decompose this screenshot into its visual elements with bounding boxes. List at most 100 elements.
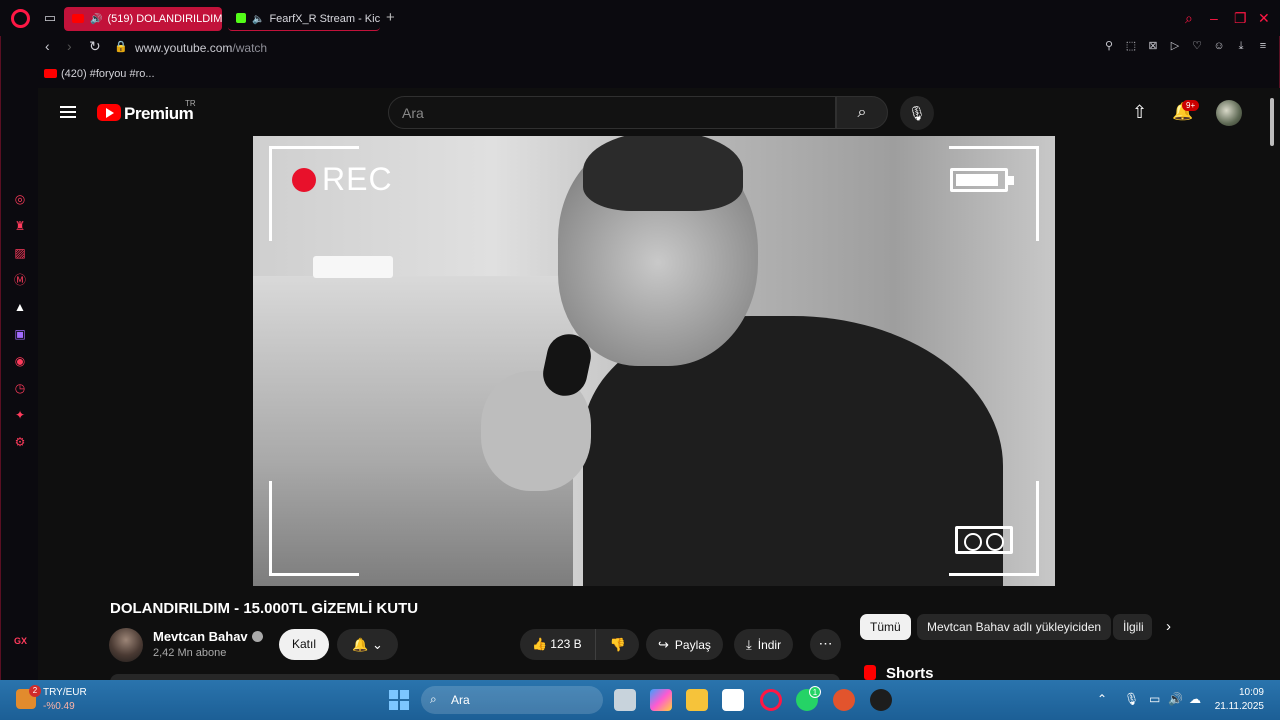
play-icon[interactable]: ▷ <box>1168 39 1182 53</box>
dislike-icon: 👎 <box>609 637 627 652</box>
ticker-name[interactable]: TRY/EUR <box>43 687 87 698</box>
tab-kick[interactable]: 🔈 FearfX_R Stream - Kick <box>228 7 380 31</box>
clock-time[interactable]: 10:09 <box>1216 687 1264 698</box>
tape-icon <box>955 526 1013 554</box>
subscriber-count: 2,42 Mn abone <box>153 647 227 659</box>
profile-icon[interactable]: ☺ <box>1212 39 1226 53</box>
like-button[interactable]: 👍 123 B <box>520 629 596 660</box>
duckduckgo-icon[interactable] <box>833 689 855 711</box>
more-icon[interactable]: ⋯ <box>810 629 841 660</box>
video-player[interactable]: REC <box>253 136 1055 586</box>
url-field[interactable]: www.youtube.com/watch <box>135 41 267 55</box>
gx-control-icon[interactable]: ◎ <box>13 192 27 206</box>
restore-button[interactable]: ❐ <box>1234 9 1247 27</box>
tab-youtube[interactable]: 🔊 (519) DOLANDIRILDIM <box>64 7 222 31</box>
forward-icon[interactable]: › <box>67 38 72 54</box>
messenger-icon[interactable]: Ⓜ <box>13 273 27 287</box>
download-button[interactable]: ⤓ İndir <box>734 629 794 660</box>
download-label: İndir <box>757 638 782 652</box>
obs-icon[interactable] <box>870 689 892 711</box>
youtube-page: Premium TR Ara ⌕ 🎙 ⇧ 🔔 9+ REC DOLANDIRIL… <box>38 88 1280 680</box>
menu-icon[interactable] <box>60 106 76 118</box>
adblock-icon[interactable]: ⊠ <box>1146 39 1160 53</box>
task-view-icon[interactable] <box>614 689 636 711</box>
network-icon[interactable]: ▭ <box>1149 692 1160 706</box>
opera-logo[interactable] <box>11 9 30 28</box>
avatar[interactable] <box>1216 100 1242 126</box>
snapshot-icon[interactable]: ⬚ <box>1124 39 1138 53</box>
windows-start-icon[interactable] <box>389 690 409 710</box>
video-person-hair <box>583 136 743 211</box>
share-label: Paylaş <box>674 638 711 652</box>
lock-icon[interactable]: 🔒 <box>114 40 128 53</box>
share-button[interactable]: ↪ Paylaş <box>646 629 723 660</box>
speaker-icon[interactable]: 🔊 <box>90 8 102 31</box>
like-icon: 👍 <box>532 637 547 651</box>
bell-icon: 🔔 <box>352 637 369 652</box>
upload-icon[interactable]: ⇧ <box>1132 102 1147 123</box>
camera-frame-corner <box>949 146 1039 241</box>
battery-icon <box>950 168 1014 192</box>
chevron-down-icon: ⌄ <box>371 637 383 652</box>
search-icon[interactable]: ⌕ <box>836 96 888 129</box>
gx-cleaner-icon[interactable]: ▨ <box>13 246 27 260</box>
youtube-logo[interactable] <box>97 104 121 121</box>
tab-bar: ▭ 🔊 (519) DOLANDIRILDIM 🔈 FearfX_R Stream … <box>0 0 1280 36</box>
channel-name[interactable]: Mevtcan Bahav <box>153 629 263 644</box>
chevron-right-icon[interactable]: › <box>1166 614 1171 640</box>
chevron-up-icon[interactable]: ⌃ <box>1097 692 1107 706</box>
player-icon[interactable]: ◉ <box>13 354 27 368</box>
dislike-button[interactable]: 👎 <box>597 629 639 660</box>
muted-speaker-icon[interactable]: 🔈 <box>252 8 264 30</box>
gx-corner-icon[interactable]: ♜ <box>13 219 27 233</box>
clock-date[interactable]: 21.11.2025 <box>1202 701 1264 712</box>
mic-icon[interactable]: 🎙 <box>900 96 934 130</box>
download-manager-icon[interactable]: ⤓ <box>1234 39 1248 53</box>
copilot-icon[interactable] <box>650 689 672 711</box>
search-tabs-icon[interactable]: ⌕ <box>1185 9 1193 27</box>
extensions-icon[interactable]: ✦ <box>13 408 27 422</box>
tab-menu-icon[interactable]: ▭ <box>42 10 58 26</box>
url-path: /watch <box>232 41 268 55</box>
verified-icon <box>251 631 263 642</box>
pin-icon[interactable]: ⚲ <box>1102 39 1116 53</box>
video-title: DOLANDIRILDIM - 15.000TL GİZEMLİ KUTU <box>110 600 419 617</box>
join-button[interactable]: Katıl <box>279 629 329 660</box>
taskbar-search[interactable]: Ara <box>421 686 603 714</box>
opera-gx-icon[interactable] <box>760 689 782 711</box>
weather-icon[interactable]: ☁ <box>1189 692 1201 706</box>
ticker-value: -%0.49 <box>43 701 75 712</box>
camera-frame-corner <box>269 481 359 576</box>
store-icon[interactable] <box>722 689 744 711</box>
chip-uploader[interactable]: Mevtcan Bahav adlı yükleyiciden <box>917 614 1112 640</box>
search-input[interactable]: Ara <box>388 96 836 129</box>
chip-all[interactable]: Tümü <box>860 614 911 640</box>
share-icon: ↪ <box>658 637 669 652</box>
twitch-icon[interactable]: ▣ <box>13 327 27 341</box>
chip-related[interactable]: İlgili <box>1113 614 1152 640</box>
heart-icon[interactable]: ♡ <box>1190 39 1204 53</box>
reload-icon[interactable]: ↻ <box>89 38 101 55</box>
minimize-button[interactable]: – <box>1210 9 1218 27</box>
premium-logo-text: Premium <box>124 104 194 123</box>
volume-icon[interactable]: 🔊 <box>1168 692 1183 706</box>
mic-icon[interactable]: 🎙 <box>1124 692 1139 706</box>
tab-label: FearfX_R Stream - Kick <box>269 13 380 25</box>
bookmark-label: (420) #foryou #ro... <box>61 68 155 80</box>
subscription-bell-button[interactable]: 🔔 ⌄ <box>337 629 398 660</box>
scrollbar[interactable] <box>1270 98 1274 146</box>
settings-icon[interactable]: ⚙ <box>13 435 27 449</box>
menu-icon[interactable]: ≡ <box>1256 39 1270 53</box>
app-icon[interactable]: ▲ <box>13 300 27 314</box>
video-lamp <box>313 256 393 278</box>
channel-name-text: Mevtcan Bahav <box>153 629 248 644</box>
bookmark-item[interactable]: (420) #foryou #ro... <box>44 68 155 80</box>
close-button[interactable]: ✕ <box>1258 9 1270 27</box>
file-explorer-icon[interactable] <box>686 689 708 711</box>
gx-logo: GX <box>14 636 28 646</box>
like-dislike-group: 👍 123 B 👎 <box>520 629 639 660</box>
channel-avatar[interactable] <box>109 628 143 662</box>
new-tab-button[interactable]: + <box>386 10 395 26</box>
back-icon[interactable]: ‹ <box>45 38 50 54</box>
history-icon[interactable]: ◷ <box>13 381 27 395</box>
